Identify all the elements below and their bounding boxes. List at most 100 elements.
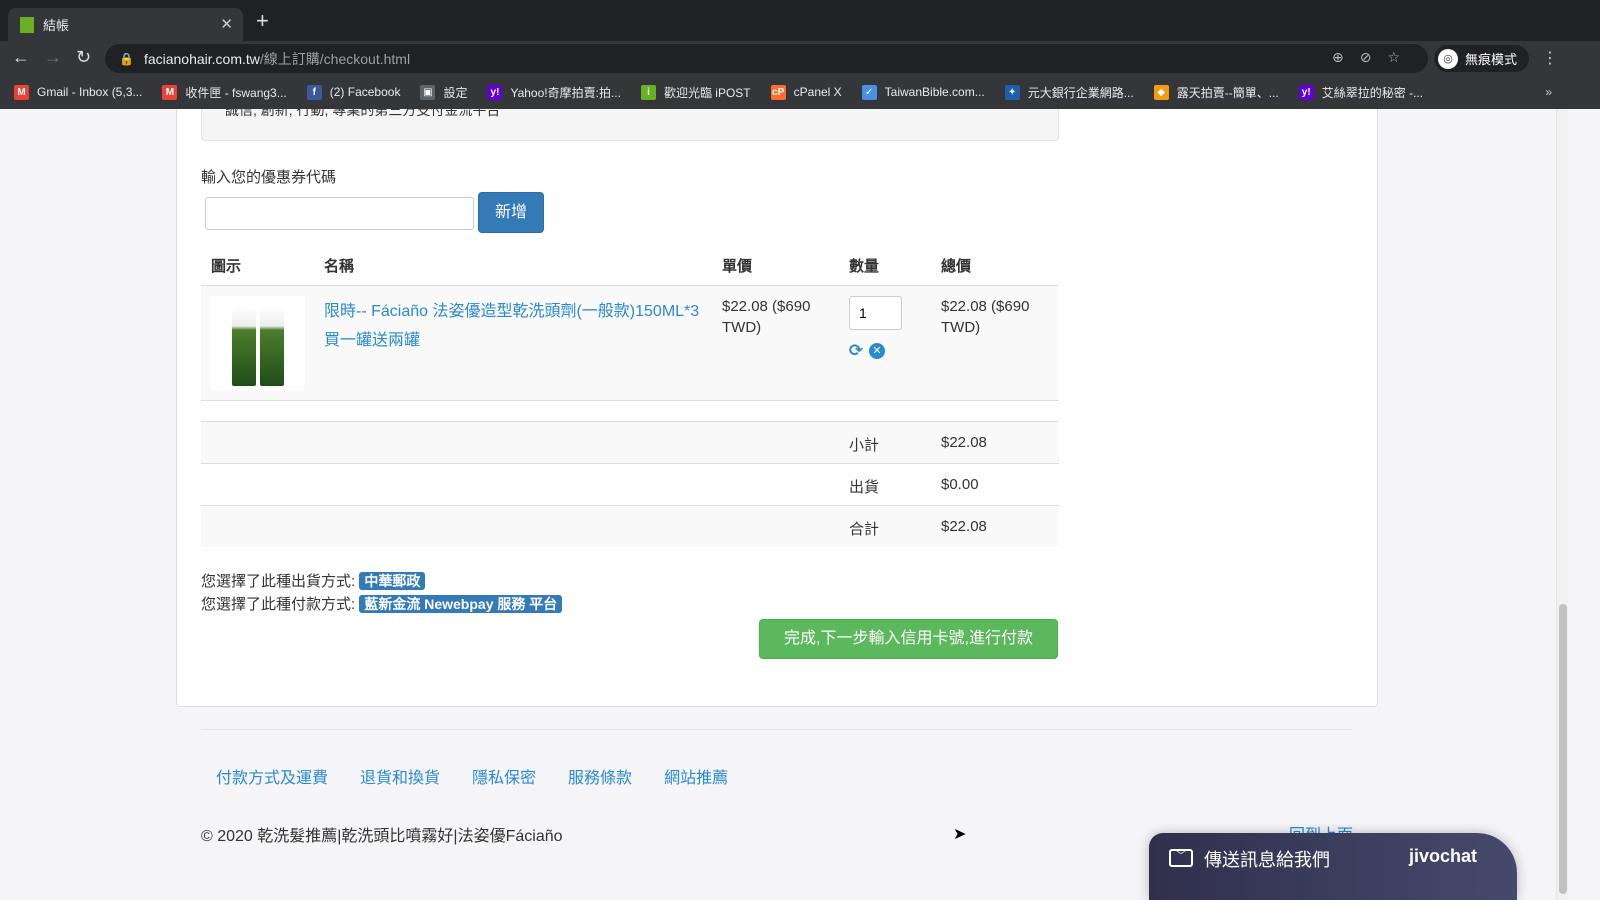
quantity-input[interactable] [849, 296, 902, 330]
envelope-icon: ﹀ [1169, 849, 1193, 867]
lock-icon: 🔒 [119, 51, 134, 66]
profile-label: 無痕模式 [1465, 52, 1518, 67]
bookmark-icon: f [306, 84, 322, 100]
bookmark-icon: y! [1298, 84, 1314, 100]
bookmark-item[interactable]: ✦ 元大銀行企業網路... [1004, 84, 1134, 101]
remove-icon[interactable]: ✕ [869, 343, 885, 359]
bookmark-label: 收件匣 - fswang3... [185, 85, 287, 100]
url-host: facianohair.com.tw [143, 50, 260, 67]
footer-links: 付款方式及運費 退貨和換貨 隱私保密 服務條款 網站推薦 [216, 764, 728, 788]
shipping-method: 您選擇了此種出貨方式: 中華郵政 [201, 570, 426, 591]
unit-price: $22.08 ($690 TWD) [722, 298, 811, 336]
shipping-label: 您選擇了此種出貨方式: [201, 573, 356, 590]
product-image[interactable] [211, 296, 305, 390]
summary-row-total: 合計 $22.08 [201, 505, 1059, 547]
summary-label: 合計 [849, 521, 880, 538]
payment-badge: 藍新金流 Newebpay 服務 平台 [359, 595, 563, 613]
header-name: 名稱 [324, 258, 355, 275]
omnibox-icons[interactable]: ⊕⊘☆ [1332, 49, 1416, 66]
copyright: © 2020 乾洗髮推薦|乾洗頭比噴霧好|法姿優Fáciaño [201, 828, 563, 845]
bookmark-icon: ▣ [420, 84, 436, 100]
reload-icon[interactable]: ↻ [76, 47, 91, 68]
bookmark-icon: ✓ [861, 84, 877, 100]
payment-label: 您選擇了此種付款方式: [201, 596, 356, 613]
divider [201, 400, 1059, 401]
page-content: 誠信, 創新, 行動, 專業的第三方支付金流平台 輸入您的優惠券代碼 新增 圖示… [0, 109, 1556, 900]
new-tab-button[interactable]: + [256, 8, 269, 34]
bookmark-label: 露天拍賣--簡單、... [1176, 85, 1279, 100]
scrollbar[interactable] [1556, 109, 1568, 900]
tab-checkout[interactable]: 結帳 ✕ [8, 8, 243, 41]
bookmark-item[interactable]: ▣ 設定 [420, 84, 467, 101]
bookmark-label: 設定 [443, 85, 468, 100]
coupon-input[interactable] [205, 197, 474, 230]
summary-label: 小計 [849, 437, 880, 454]
bookmark-item[interactable]: cP cPanel X [770, 84, 842, 100]
bookmark-label: Gmail - Inbox (5,3... [37, 85, 143, 99]
close-tab-icon[interactable]: ✕ [220, 15, 233, 33]
footer-divider [201, 729, 1353, 730]
incognito-icon: ◎ [1438, 48, 1458, 69]
menu-icon[interactable]: ⋮ [1542, 48, 1558, 68]
footer-link-terms[interactable]: 服務條款 [568, 764, 632, 788]
back-icon[interactable]: ← [12, 47, 30, 68]
coupon-label: 輸入您的優惠券代碼 [201, 169, 337, 186]
chat-label: 傳送訊息給我們 [1204, 850, 1330, 870]
item-total: $22.08 ($690 TWD) [941, 298, 1030, 336]
bookmark-icon: i [640, 84, 656, 100]
bookmark-label: 艾絲翠拉的秘密 -... [1321, 85, 1424, 100]
footer-link-returns[interactable]: 退貨和換貨 [360, 764, 440, 788]
toolbar: ← → ↻ 🔒 facianohair.com.tw/線上訂購/checkout.… [0, 41, 1600, 75]
bookmark-icon: M [14, 84, 29, 100]
chat-widget[interactable]: ﹀ 傳送訊息給我們 jivochat [1149, 833, 1517, 900]
summary-value: $22.08 [941, 518, 987, 535]
incognito-profile-button[interactable]: ◎ 無痕模式 [1434, 45, 1530, 72]
bookmark-item[interactable]: y! 艾絲翠拉的秘密 -... [1298, 84, 1424, 101]
header-unit-price: 單價 [722, 258, 753, 275]
summary-value: $0.00 [941, 476, 979, 493]
chat-brand: jivochat [1409, 846, 1478, 866]
bookmark-item[interactable]: M 收件匣 - fswang3... [162, 84, 287, 101]
bookmark-item[interactable]: f (2) Facebook [306, 84, 401, 100]
bookmark-icon: M [162, 84, 178, 100]
address-bar[interactable]: 🔒 facianohair.com.tw/線上訂購/checkout.html ⊕⊘… [105, 44, 1428, 73]
bookmark-label: Yahoo!奇摩拍賣:拍... [510, 85, 621, 100]
site-favicon-icon [20, 16, 34, 33]
bookmark-item[interactable]: y! Yahoo!奇摩拍賣:拍... [487, 84, 621, 101]
bookmark-label: cPanel X [793, 85, 842, 99]
tab-title: 結帳 [43, 18, 70, 33]
bookmark-item[interactable]: ✓ TaiwanBible.com... [861, 84, 985, 100]
payment-note: 誠信, 創新, 行動, 專業的第三方支付金流平台 [201, 109, 1059, 141]
header-image: 圖示 [211, 258, 242, 275]
bookmark-icon: ✦ [1004, 84, 1020, 100]
scrollbar-thumb[interactable] [1559, 604, 1567, 894]
summary-row-shipping: 出貨 $0.00 [201, 463, 1059, 505]
summary-label: 出貨 [849, 479, 880, 496]
more-bookmarks-icon[interactable]: » [1545, 85, 1552, 99]
bookmark-label: 元大銀行企業網路... [1027, 85, 1134, 100]
url-path: /線上訂購/checkout.html [259, 50, 411, 67]
bookmark-item[interactable]: ◆ 露天拍賣--簡單、... [1153, 84, 1279, 101]
bookmark-icon: ◆ [1153, 84, 1169, 100]
bookmark-icon: y! [487, 84, 503, 100]
forward-icon[interactable]: → [44, 47, 62, 68]
bookmark-label: (2) Facebook [329, 85, 401, 99]
summary-value: $22.08 [941, 434, 987, 451]
footer-link-payment[interactable]: 付款方式及運費 [216, 764, 328, 788]
product-name-link[interactable]: 限時-- Fáciaño 法姿優造型乾洗頭劑(一般款)150ML*3 買一罐送兩… [324, 297, 704, 355]
footer-link-recommend[interactable]: 網站推薦 [664, 764, 728, 788]
checkout-button[interactable]: 完成,下一步輸入信用卡號,進行付款 [759, 619, 1058, 659]
header-total: 總價 [941, 258, 972, 275]
mouse-cursor-icon: ➤ [953, 826, 967, 843]
bookmark-label: TaiwanBible.com... [884, 85, 985, 99]
refresh-icon[interactable]: ⟳ [848, 342, 864, 359]
bookmark-item[interactable]: i 歡迎光臨 iPOST [640, 84, 751, 101]
add-coupon-button[interactable]: 新增 [478, 192, 544, 233]
shipping-badge: 中華郵政 [359, 572, 426, 590]
bookmark-item[interactable]: M Gmail - Inbox (5,3... [14, 84, 143, 100]
footer-link-privacy[interactable]: 隱私保密 [472, 764, 536, 788]
summary-row-subtotal: 小計 $22.08 [201, 421, 1059, 463]
bookmark-label: 歡迎光臨 iPOST [663, 85, 751, 100]
payment-method: 您選擇了此種付款方式: 藍新金流 Newebpay 服務 平台 [201, 593, 563, 614]
tab-strip: 結帳 ✕ + [0, 0, 1600, 41]
